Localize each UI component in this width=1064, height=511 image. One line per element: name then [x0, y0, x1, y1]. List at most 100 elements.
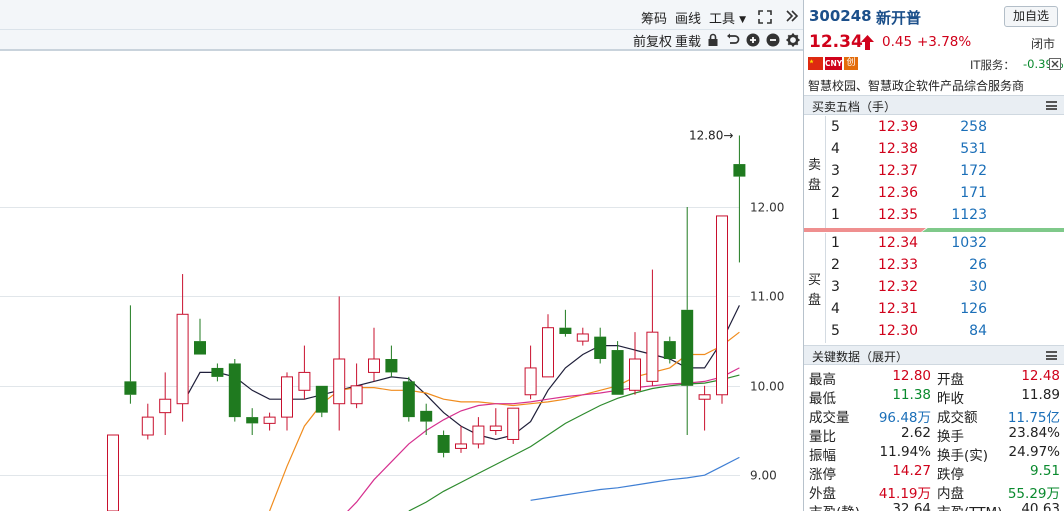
key-data-value: 55.29万	[1007, 486, 1060, 502]
moving-average-line	[530, 456, 740, 501]
candle-body	[298, 371, 311, 391]
buy-pressure-bar	[922, 228, 1064, 232]
candle	[420, 403, 433, 435]
add-watchlist-button[interactable]: 加自选	[1004, 6, 1058, 27]
key-data-label: 内盘	[937, 486, 964, 502]
chouma-button[interactable]: 筹码	[641, 8, 667, 27]
candle-body	[368, 358, 380, 373]
candle-body	[576, 333, 589, 342]
candle-body	[663, 341, 676, 359]
zoom-in-icon[interactable]	[746, 33, 760, 47]
kline-chart-area: 筹码 画线 工具 ▼ 前复权 重载 12.00 11.00 10.00 9.00…	[0, 0, 803, 511]
candle-body	[437, 435, 450, 453]
key-data-row: 市盈(静) 32.64 市盈(TTM) 40.63	[804, 500, 1064, 511]
qianfuquan-button[interactable]: 前复权	[633, 31, 672, 50]
gongju-menu[interactable]: 工具 ▼	[709, 8, 746, 27]
key-data-row: 最高 12.80 开盘 12.48	[804, 367, 1064, 388]
key-data-label: 成交量	[809, 410, 850, 426]
candle	[507, 407, 520, 444]
orderbook-header[interactable]: 买卖五档（手）	[804, 95, 1064, 115]
bid-row[interactable]: 2 12.33 26	[804, 255, 1064, 277]
key-data-value: 2.62	[900, 425, 931, 441]
key-data-value: 96.48万	[878, 410, 931, 426]
candle	[437, 430, 450, 458]
candle-body	[594, 336, 607, 359]
orderbook-title: 买卖五档（手）	[812, 100, 897, 114]
sector-label[interactable]: IT服务：	[970, 57, 1015, 73]
gear-icon[interactable]	[786, 33, 800, 47]
ask-row[interactable]: 2 12.36 171	[804, 183, 1064, 205]
key-data-row: 成交量 96.48万 成交额 11.75亿	[804, 405, 1064, 426]
candle-body	[246, 417, 259, 424]
candle-body	[507, 407, 520, 440]
bid-row[interactable]: 4 12.31 126	[804, 299, 1064, 321]
candle-body	[472, 425, 485, 445]
price-change-pct: +3.78%	[917, 34, 972, 50]
candle	[402, 376, 415, 422]
bid-level: 3	[831, 279, 840, 295]
key-data-label: 换手	[937, 429, 964, 445]
menu-icon[interactable]	[1046, 351, 1057, 360]
candle-body	[263, 416, 276, 424]
bid-row[interactable]: 5 12.30 84	[804, 321, 1064, 343]
bid-volume: 126	[960, 301, 987, 317]
key-data-header[interactable]: 关键数据（展开）	[804, 345, 1064, 365]
stock-name: 新开普	[876, 9, 922, 27]
huaxian-button[interactable]: 画线	[675, 8, 701, 27]
ask-volume: 258	[960, 119, 987, 135]
candle	[681, 207, 694, 435]
ask-price: 12.39	[878, 119, 919, 135]
y-tick-label: 9.00	[750, 469, 777, 483]
chart-subtoolbar: 前复权 重载	[0, 30, 803, 50]
ask-row[interactable]: 3 12.37 172	[804, 161, 1064, 183]
fullscreen-icon[interactable]	[758, 10, 772, 24]
candle-layer	[107, 135, 746, 511]
chongzai-button[interactable]: 重载	[675, 31, 701, 50]
candle	[246, 408, 259, 435]
candle	[524, 345, 537, 400]
key-data-label: 量比	[809, 429, 836, 445]
ask-level: 1	[831, 207, 840, 223]
bid-row[interactable]: 3 12.32 30	[804, 277, 1064, 299]
ask-row[interactable]: 5 12.39 258	[804, 117, 1064, 139]
candle-body	[646, 331, 659, 382]
candle-body	[559, 327, 572, 334]
bid-row[interactable]: 1 12.34 1032	[804, 233, 1064, 255]
ask-row[interactable]: 4 12.38 531	[804, 139, 1064, 161]
menu-icon[interactable]	[1046, 101, 1057, 110]
candle-body	[629, 358, 641, 391]
candle	[489, 408, 502, 435]
company-description: 智慧校园、智慧政企软件产品综合服务商	[808, 79, 1025, 93]
bid-volume: 26	[969, 257, 987, 273]
ask-row[interactable]: 1 12.35 1123	[804, 205, 1064, 227]
key-data-label: 昨收	[937, 391, 964, 407]
undo-icon[interactable]	[726, 33, 740, 47]
ask-level: 2	[831, 185, 840, 201]
close-icon[interactable]	[1049, 58, 1061, 70]
lock-icon[interactable]	[706, 33, 720, 47]
key-data-label: 外盘	[809, 486, 836, 502]
label-layer: 12.00 11.00 10.00 9.00 12.80→	[689, 128, 784, 482]
bid-level: 4	[831, 301, 840, 317]
zoom-out-icon[interactable]	[766, 33, 780, 47]
collapse-panel-icon[interactable]	[785, 9, 799, 23]
key-data-value: 11.89	[1021, 387, 1060, 403]
candle-body	[159, 398, 172, 414]
candle	[716, 215, 728, 404]
bid-price: 12.34	[878, 235, 919, 251]
candle	[298, 345, 311, 400]
bid-volume: 1032	[951, 235, 987, 251]
candle	[141, 403, 154, 440]
candle-body	[315, 385, 328, 413]
key-data-title: 关键数据（展开）	[812, 350, 909, 364]
candle	[472, 417, 485, 449]
candle	[159, 372, 172, 435]
kline-plot[interactable]: 12.00 11.00 10.00 9.00 12.80→	[0, 50, 803, 511]
candle	[559, 309, 572, 337]
key-data-label: 最低	[809, 391, 836, 407]
candle	[124, 305, 137, 404]
key-data-label: 换手(实)	[937, 448, 989, 464]
key-data-label: 成交额	[937, 410, 978, 426]
candle-body	[402, 381, 415, 418]
key-data-label: 跌停	[937, 467, 964, 483]
